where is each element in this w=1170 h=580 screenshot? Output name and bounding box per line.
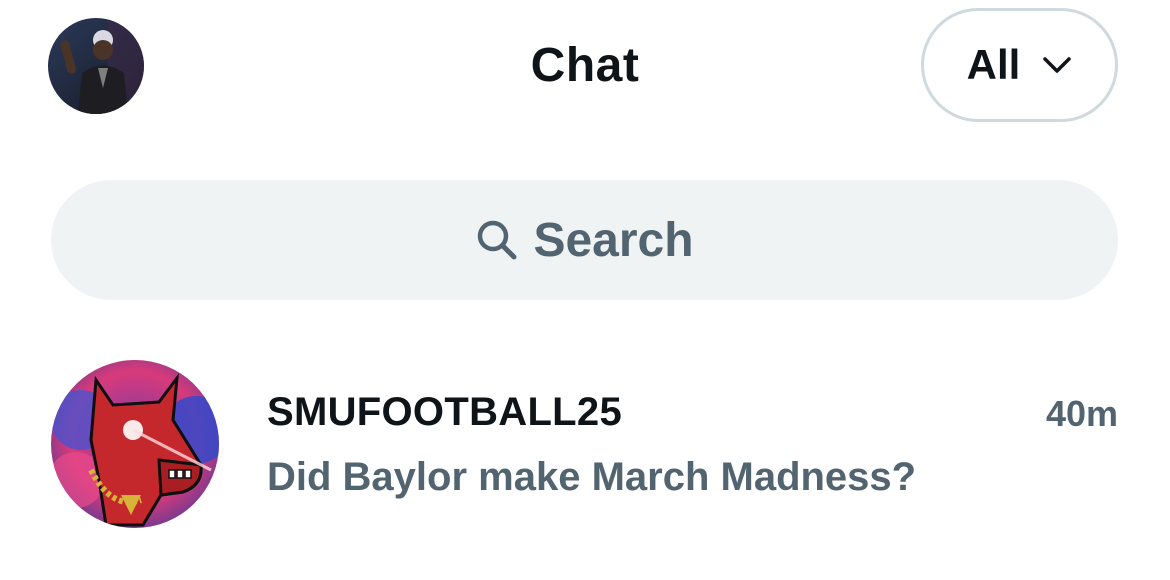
filter-dropdown[interactable]: All bbox=[921, 8, 1118, 122]
chevron-down-icon bbox=[1042, 56, 1072, 74]
mustang-mascot-image bbox=[51, 360, 219, 528]
search-placeholder: Search bbox=[533, 213, 694, 267]
search-input[interactable]: Search bbox=[51, 180, 1118, 300]
conversation-timestamp: 40m bbox=[1045, 393, 1118, 434]
conversation-name: SMUFOOTBALL25 bbox=[267, 390, 623, 434]
header: Chat All bbox=[0, 0, 1170, 140]
conversation-item[interactable]: SMUFOOTBALL25 40m Did Baylor make March … bbox=[0, 340, 1170, 550]
conversation-preview: Did Baylor make March Madness? bbox=[267, 455, 917, 499]
filter-label: All bbox=[966, 41, 1021, 88]
conversation-avatar bbox=[51, 360, 219, 528]
chat-screen: Chat All Search SMUFOOTBALL25 40m Did Ba… bbox=[0, 0, 1170, 580]
search-icon bbox=[475, 218, 519, 262]
